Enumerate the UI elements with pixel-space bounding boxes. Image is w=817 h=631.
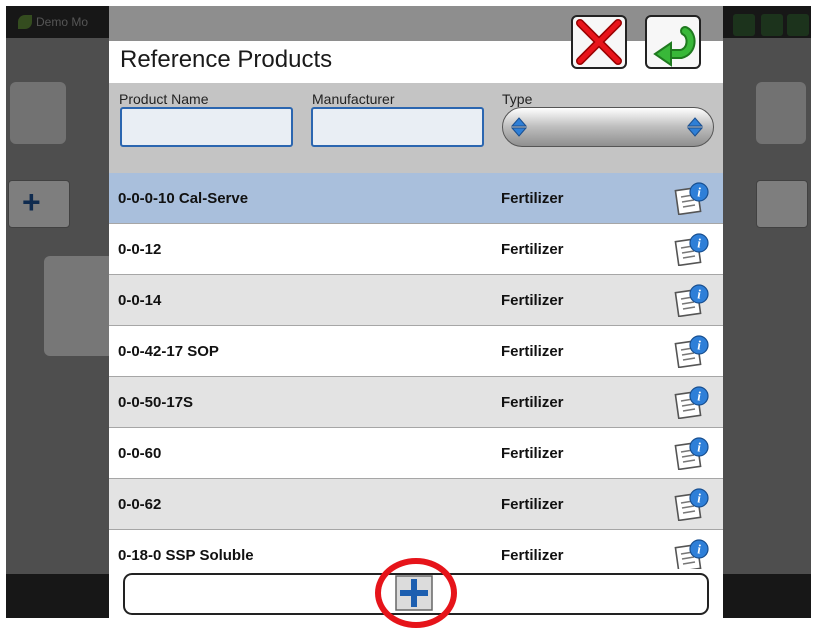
up-down-arrows-icon xyxy=(687,117,703,137)
product-type: Fertilizer xyxy=(501,445,564,462)
product-info-icon[interactable]: i xyxy=(674,385,710,419)
reference-products-dialog: Reference Products Product Name Manufact… xyxy=(109,6,723,618)
product-info-icon[interactable]: i xyxy=(674,538,710,572)
product-type: Fertilizer xyxy=(501,496,564,513)
product-type: Fertilizer xyxy=(501,394,564,411)
svg-text:i: i xyxy=(697,287,701,302)
product-info-icon[interactable]: i xyxy=(674,232,710,266)
red-x-icon xyxy=(576,19,622,65)
product-list: 0-0-0-10 Cal-Serve Fertilizer i 0-0-12 F… xyxy=(109,173,723,580)
product-name: 0-0-60 xyxy=(118,445,162,462)
product-row[interactable]: 0-0-42-17 SOP Fertilizer i xyxy=(109,326,723,377)
svg-text:i: i xyxy=(697,542,701,557)
svg-text:i: i xyxy=(697,389,701,404)
product-row[interactable]: 0-0-12 Fertilizer i xyxy=(109,224,723,275)
dialog-top-strip xyxy=(109,6,723,41)
product-info-icon[interactable]: i xyxy=(674,334,710,368)
product-info-icon[interactable]: i xyxy=(674,181,710,215)
product-name: 0-0-12 xyxy=(118,241,162,258)
product-type: Fertilizer xyxy=(501,343,564,360)
product-name: 0-0-62 xyxy=(118,496,162,513)
product-row[interactable]: 0-0-50-17S Fertilizer i xyxy=(109,377,723,428)
svg-text:i: i xyxy=(697,491,701,506)
svg-text:i: i xyxy=(697,236,701,251)
product-name: 0-0-0-10 Cal-Serve xyxy=(118,190,249,207)
product-name: 0-0-50-17S xyxy=(118,394,194,411)
product-type: Fertilizer xyxy=(501,241,564,258)
product-info-icon[interactable]: i xyxy=(674,487,710,521)
product-name: 0-0-14 xyxy=(118,292,162,309)
svg-text:i: i xyxy=(697,185,701,200)
svg-text:i: i xyxy=(697,338,701,353)
type-label: Type xyxy=(502,91,533,107)
product-row[interactable]: 0-0-0-10 Cal-Serve Fertilizer i xyxy=(109,173,723,224)
info-icon-graphic: i xyxy=(674,386,709,419)
product-name-input[interactable] xyxy=(120,107,293,147)
manufacturer-input[interactable] xyxy=(311,107,484,147)
info-icon-graphic: i xyxy=(674,539,709,572)
info-icon-graphic: i xyxy=(674,437,709,470)
info-icon-graphic: i xyxy=(674,233,709,266)
product-info-icon[interactable]: i xyxy=(674,436,710,470)
product-name: 0-0-42-17 SOP xyxy=(118,343,219,360)
accept-button[interactable] xyxy=(645,15,701,69)
info-icon-graphic: i xyxy=(674,284,709,317)
product-name-label: Product Name xyxy=(119,91,209,107)
product-row[interactable]: 0-0-62 Fertilizer i xyxy=(109,479,723,530)
product-type: Fertilizer xyxy=(501,190,564,207)
product-row[interactable]: 0-0-14 Fertilizer i xyxy=(109,275,723,326)
info-icon-graphic: i xyxy=(674,182,709,215)
info-icon-graphic: i xyxy=(674,488,709,521)
cancel-button[interactable] xyxy=(571,15,627,69)
up-down-arrows-icon xyxy=(511,117,527,137)
info-icon-graphic: i xyxy=(674,335,709,368)
dialog-title: Reference Products xyxy=(120,46,333,73)
manufacturer-label: Manufacturer xyxy=(312,91,395,107)
product-info-icon[interactable]: i xyxy=(674,283,710,317)
svg-text:i: i xyxy=(697,440,701,455)
product-row[interactable]: 0-0-60 Fertilizer i xyxy=(109,428,723,479)
product-name: 0-18-0 SSP Soluble xyxy=(118,547,254,564)
green-return-arrow-icon xyxy=(653,26,696,67)
type-select[interactable] xyxy=(502,107,714,147)
highlight-circle xyxy=(375,558,457,628)
product-type: Fertilizer xyxy=(501,547,564,564)
product-type: Fertilizer xyxy=(501,292,564,309)
